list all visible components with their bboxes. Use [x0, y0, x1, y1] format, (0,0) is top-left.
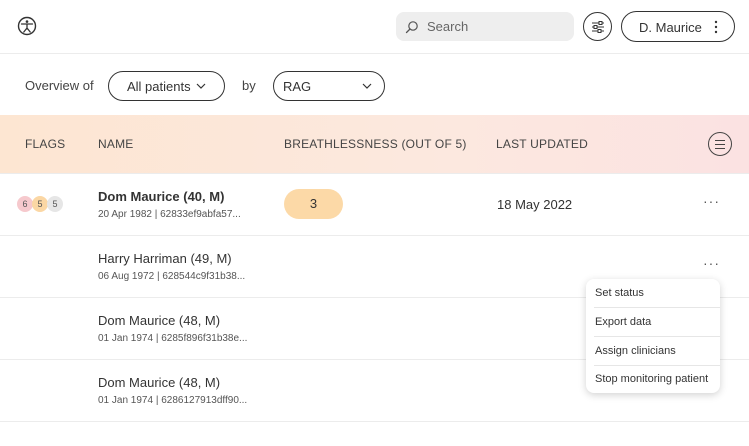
patients-dropdown-value: All patients: [127, 79, 191, 94]
by-label: by: [242, 78, 256, 93]
column-settings-menu-icon[interactable]: [708, 132, 732, 156]
patient-name[interactable]: Dom Maurice (48, M): [98, 313, 220, 328]
top-bar: D. Maurice: [0, 0, 749, 54]
table-header: FLAGS NAME BREATHLESSNESS (OUT OF 5) LAS…: [0, 115, 749, 174]
patients-dropdown[interactable]: All patients: [108, 71, 225, 101]
search-icon: [405, 21, 418, 34]
menu-item-assign-clinicians[interactable]: Assign clinicians: [586, 337, 720, 365]
column-header-name[interactable]: NAME: [98, 137, 133, 151]
column-header-flags[interactable]: FLAGS: [25, 137, 65, 151]
row-more-options-icon[interactable]: ···: [703, 194, 719, 212]
last-updated-date: 18 May 2022: [497, 197, 573, 212]
chevron-down-icon: [362, 83, 372, 89]
flag-badge: 5: [32, 196, 48, 212]
grouping-dropdown-value: RAG: [283, 79, 312, 94]
filter-settings-button[interactable]: [583, 12, 612, 41]
breathlessness-score-badge: 3: [284, 189, 343, 219]
patient-name[interactable]: Dom Maurice (40, M): [98, 189, 224, 204]
flags-group: 6 5 5: [17, 196, 67, 214]
column-header-breathlessness[interactable]: BREATHLESSNESS (OUT OF 5): [284, 137, 467, 151]
search-box[interactable]: [396, 12, 574, 41]
patient-details: 01 Jan 1974 | 6285f896f31b38e...: [98, 333, 248, 344]
row-options-menu: Set status Export data Assign clinicians…: [586, 279, 720, 393]
patient-name[interactable]: Harry Harriman (49, M): [98, 251, 232, 266]
menu-item-stop-monitoring[interactable]: Stop monitoring patient: [586, 365, 720, 393]
search-input[interactable]: [427, 12, 567, 41]
menu-item-set-status[interactable]: Set status: [586, 279, 720, 307]
accessibility-person-icon[interactable]: [17, 16, 37, 36]
row-more-options-icon[interactable]: ···: [703, 256, 719, 274]
column-header-last-updated[interactable]: LAST UPDATED: [496, 137, 588, 151]
menu-item-export-data[interactable]: Export data: [586, 308, 720, 336]
user-menu-button[interactable]: D. Maurice: [621, 11, 735, 42]
chevron-down-icon: [196, 83, 206, 89]
flag-badge: 6: [17, 196, 33, 212]
overview-label: Overview of: [25, 78, 94, 93]
sliders-icon: [592, 21, 604, 33]
patient-details: 01 Jan 1974 | 6286127913dff90...: [98, 395, 248, 406]
flag-badge: 5: [47, 196, 63, 212]
patient-details: 06 Aug 1972 | 628544c9f31b38...: [98, 271, 246, 282]
kebab-menu-icon: [714, 20, 718, 34]
overview-controls: Overview of All patients by RAG: [0, 55, 749, 115]
table-row[interactable]: 6 5 5 Dom Maurice (40, M) 20 Apr 1982 | …: [0, 174, 749, 236]
patient-name[interactable]: Dom Maurice (48, M): [98, 375, 220, 390]
patient-details: 20 Apr 1982 | 62833ef9abfa57...: [98, 209, 241, 220]
grouping-dropdown[interactable]: RAG: [273, 71, 385, 101]
user-name: D. Maurice: [639, 20, 702, 35]
